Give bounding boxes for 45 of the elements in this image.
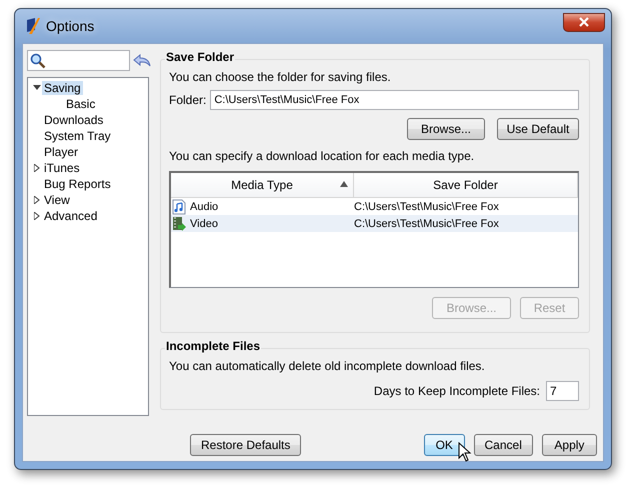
apply-button[interactable]: Apply <box>542 434 597 456</box>
expand-arrow-icon[interactable] <box>32 163 42 173</box>
app-logo-icon <box>24 17 40 35</box>
table-cell: C:\Users\Test\Music\Free Fox <box>353 218 499 230</box>
mouse-cursor-icon <box>458 442 472 463</box>
table-row[interactable]: Audio C:\Users\Test\Music\Free Fox <box>171 198 578 215</box>
expand-arrow-icon[interactable] <box>32 211 42 221</box>
description-text: You can automatically delete old incomplete download files. <box>169 359 486 373</box>
table-cell: Video <box>190 218 218 230</box>
use-default-button[interactable]: Use Default <box>497 118 579 140</box>
close-icon <box>579 17 589 27</box>
tree-item[interactable]: System Tray <box>42 129 113 143</box>
music-note-icon <box>172 198 186 214</box>
tree-item[interactable]: Downloads <box>42 113 106 127</box>
back-arrow-icon[interactable] <box>133 54 151 68</box>
tree-item[interactable]: Bug Reports <box>42 177 113 191</box>
column-header[interactable]: Save Folder <box>354 173 578 197</box>
search-field[interactable] <box>27 50 130 71</box>
group-title: Incomplete Files <box>165 339 262 353</box>
field-label: Days to Keep Incomplete Files: <box>374 384 540 398</box>
tree-item[interactable]: View <box>42 193 72 207</box>
tree-item[interactable]: Player <box>42 145 80 159</box>
field-label: Folder: <box>169 93 206 107</box>
restore-defaults-button[interactable]: Restore Defaults <box>190 434 301 456</box>
table-cell: C:\Users\Test\Music\Free Fox <box>353 200 499 212</box>
window-title: Options <box>46 18 94 34</box>
browse-button[interactable]: Browse... <box>407 118 485 140</box>
group-title: Save Folder <box>165 50 236 64</box>
column-header[interactable]: Media Type <box>171 173 354 197</box>
description-text: You can specify a download location for each media type. <box>169 149 476 163</box>
tree-item[interactable]: Saving <box>42 81 83 95</box>
table-cell: Audio <box>190 200 218 212</box>
expand-arrow-icon[interactable] <box>32 195 42 205</box>
days-field[interactable]: 7 <box>546 381 579 401</box>
description-text: You can choose the folder for saving files. <box>169 70 392 84</box>
ok-button[interactable]: OK <box>424 434 464 456</box>
film-icon <box>172 216 186 232</box>
search-icon <box>30 52 46 68</box>
tree-item[interactable]: iTunes <box>42 161 82 175</box>
cancel-button[interactable]: Cancel <box>474 434 533 456</box>
table-row[interactable]: Video C:\Users\Test\Music\Free Fox <box>171 215 578 232</box>
close-button[interactable] <box>563 12 605 32</box>
tree-item[interactable]: Basic <box>64 97 98 111</box>
folder-field[interactable]: C:\Users\Test\Music\Free Fox <box>210 90 579 110</box>
tree-item[interactable]: Advanced <box>42 209 100 223</box>
